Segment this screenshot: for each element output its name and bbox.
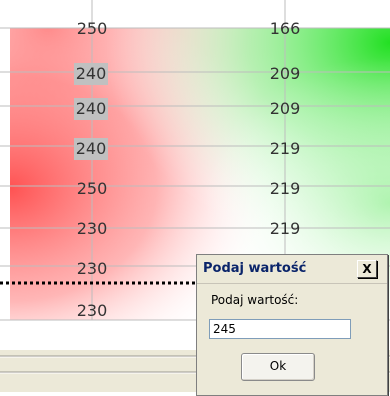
left-cell-4[interactable]: 240 — [74, 138, 108, 160]
right-cell-6[interactable]: 219 — [260, 218, 310, 240]
right-cell-3[interactable]: 209 — [260, 98, 310, 120]
left-cell-1[interactable]: 250 — [67, 18, 117, 40]
input-dialog: Podaj wartość X Podaj wartość: Ok — [196, 254, 388, 396]
dialog-titlebar[interactable]: Podaj wartość X — [197, 255, 387, 284]
value-input[interactable] — [209, 319, 351, 339]
right-cell-1[interactable]: 166 — [260, 18, 310, 40]
close-button[interactable]: X — [357, 260, 377, 278]
left-cell-8[interactable]: 230 — [67, 300, 117, 322]
prompt-label: Podaj wartość: — [211, 293, 299, 307]
dialog-title: Podaj wartość — [203, 261, 307, 276]
left-cell-2[interactable]: 240 — [74, 63, 108, 85]
left-cell-5[interactable]: 250 — [67, 178, 117, 200]
ok-button[interactable]: Ok — [241, 353, 315, 381]
left-cell-3[interactable]: 240 — [74, 98, 108, 120]
right-cell-5[interactable]: 219 — [260, 178, 310, 200]
left-cell-6[interactable]: 230 — [67, 218, 117, 240]
right-cell-2[interactable]: 209 — [260, 63, 310, 85]
right-cell-4[interactable]: 219 — [260, 138, 310, 160]
close-icon: X — [362, 262, 372, 276]
left-cell-7[interactable]: 230 — [67, 258, 117, 280]
